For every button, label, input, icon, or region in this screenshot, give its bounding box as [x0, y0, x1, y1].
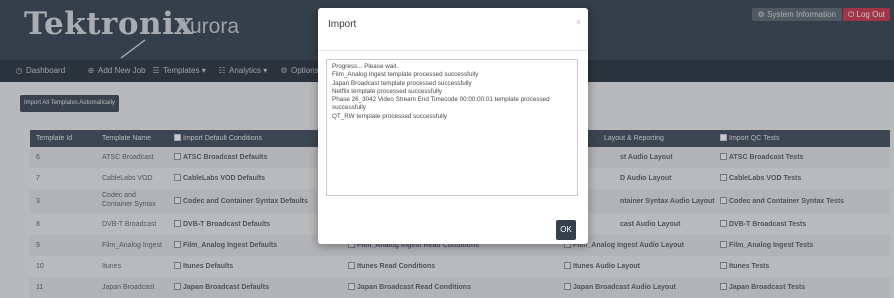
log-line: Netflix template processed successfully [332, 87, 442, 95]
log-line: Film_Analog Ingest template processed su… [332, 71, 479, 79]
close-icon[interactable]: × [576, 17, 581, 27]
dialog-divider [318, 50, 588, 51]
log-line: Japan Broadcast template processed succe… [332, 79, 472, 87]
dialog-title: Import [328, 19, 357, 30]
log-line: Phase 26_3042 Video Stream End Timecode … [332, 96, 550, 112]
ok-button[interactable]: OK [556, 220, 576, 240]
app-window: Tektronix Aurora ⚙ System Information ⏻ … [0, 0, 894, 298]
import-dialog: Import × Progress... Please wait. Film_A… [318, 8, 588, 244]
import-log[interactable]: Progress... Please wait. Film_Analog Ing… [326, 59, 578, 196]
log-line: QT_RW template processed successfully [332, 112, 448, 120]
log-line: Progress... Please wait. [332, 63, 399, 70]
